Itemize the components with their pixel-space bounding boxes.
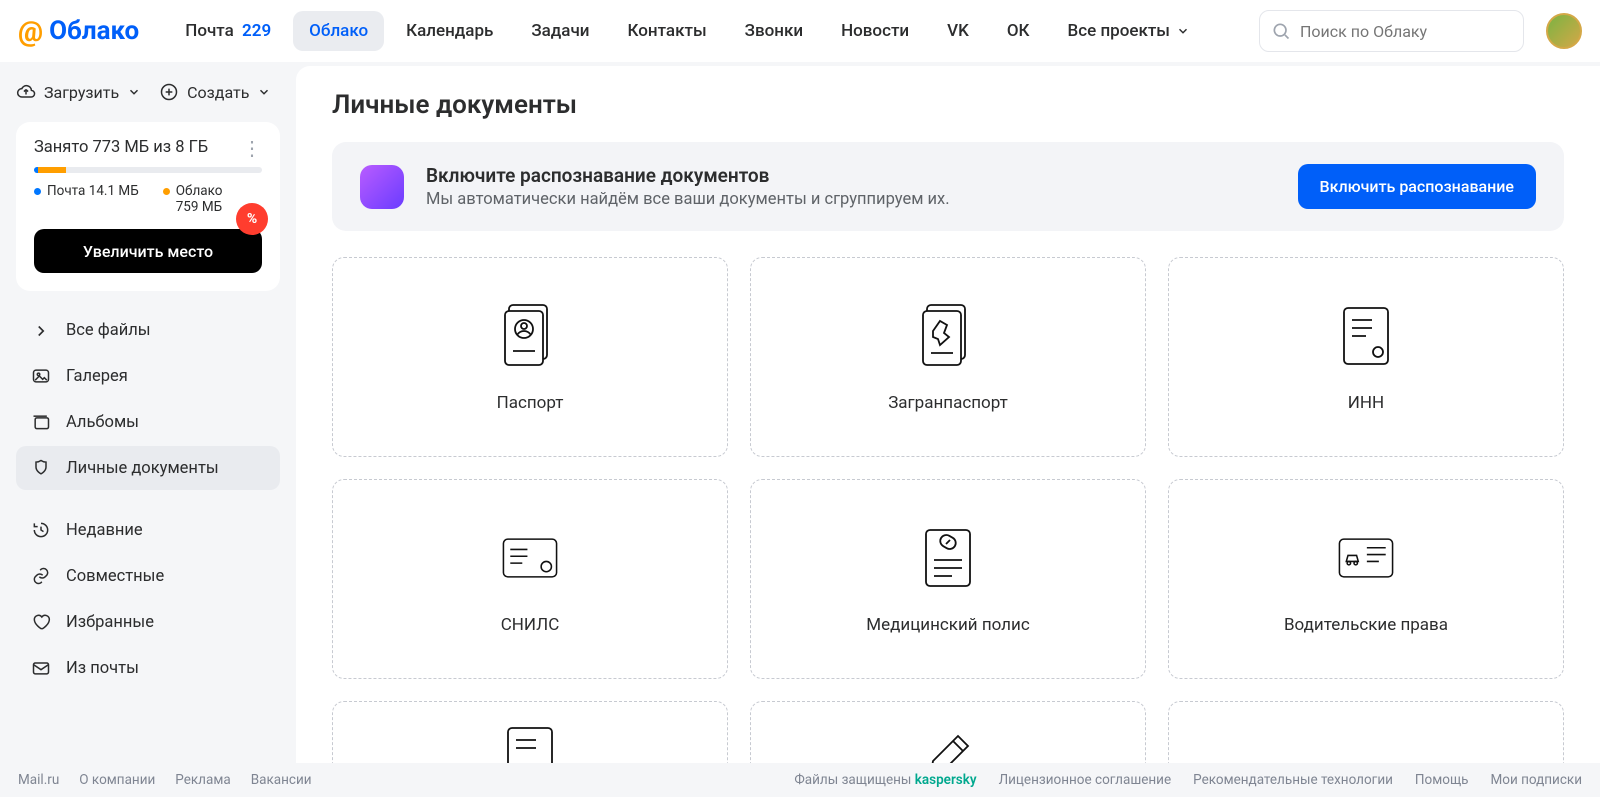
nav-contacts[interactable]: Контакты <box>612 11 723 51</box>
nav-mail[interactable]: Почта 229 <box>169 11 287 51</box>
inn-icon <box>1336 301 1396 371</box>
document-id-icon <box>30 458 52 478</box>
sidebar-item-frommail[interactable]: Из почты <box>16 646 280 690</box>
nav-calendar[interactable]: Календарь <box>390 11 509 51</box>
pen-icon <box>918 722 978 763</box>
card-passport[interactable]: Паспорт <box>332 257 728 457</box>
footer-license[interactable]: Лицензионное соглашение <box>999 772 1172 788</box>
card-medpolicy[interactable]: Медицинский полис <box>750 479 1146 679</box>
footer-jobs[interactable]: Вакансии <box>251 772 312 788</box>
search-input[interactable] <box>1259 10 1524 52</box>
footer: Mail.ru О компании Реклама Вакансии Файл… <box>0 763 1600 797</box>
card-extra-3[interactable] <box>1168 701 1564 763</box>
sidebar-item-recent[interactable]: Недавние <box>16 508 280 552</box>
top-nav: @ Облако Почта 229 Облако Календарь Зада… <box>0 0 1600 62</box>
upload-button[interactable]: Загрузить <box>16 82 141 102</box>
chevron-down-icon <box>127 85 141 99</box>
medpolicy-icon <box>918 523 978 593</box>
storage-title: Занято 773 МБ из 8 ГБ <box>34 138 208 157</box>
search[interactable] <box>1259 10 1524 52</box>
card-intpassport[interactable]: Загранпаспорт <box>750 257 1146 457</box>
passport-icon <box>500 301 560 371</box>
nav-cloud[interactable]: Облако <box>293 11 384 51</box>
create-button[interactable]: Создать <box>159 82 271 102</box>
brand-logo[interactable]: @ Облако <box>18 15 139 48</box>
footer-help[interactable]: Помощь <box>1415 772 1469 788</box>
storage-widget: Занято 773 МБ из 8 ГБ ⋮ Почта 14.1 МБ Об… <box>16 122 280 291</box>
footer-subs[interactable]: Мои подписки <box>1490 772 1582 788</box>
banner-desc: Мы автоматически найдём все ваши докумен… <box>426 190 1276 209</box>
footer-reco[interactable]: Рекомендательные технологии <box>1193 772 1393 788</box>
brand-text: Облако <box>49 16 139 46</box>
avatar[interactable] <box>1546 13 1582 49</box>
plus-circle-icon <box>159 82 179 102</box>
card-inn[interactable]: ИНН <box>1168 257 1564 457</box>
card-snils[interactable]: СНИЛС <box>332 479 728 679</box>
card-extra-2[interactable] <box>750 701 1146 763</box>
upgrade-storage-button[interactable]: Увеличить место <box>34 229 262 273</box>
nav-tasks[interactable]: Задачи <box>515 11 605 51</box>
page-title: Личные документы <box>332 90 1564 120</box>
nav-news[interactable]: Новости <box>825 11 925 51</box>
search-icon <box>1271 21 1291 41</box>
nav-projects[interactable]: Все проекты <box>1052 11 1206 51</box>
nav-links: Почта 229 Облако Календарь Задачи Контак… <box>169 11 1241 51</box>
banner-blob-icon <box>360 165 404 209</box>
at-icon: @ <box>18 15 43 48</box>
mail-icon <box>30 658 52 678</box>
chevron-right-icon <box>30 322 52 340</box>
storage-legend: Почта 14.1 МБ Облако 759 МБ <box>34 183 262 215</box>
enable-recognition-button[interactable]: Включить распознавание <box>1298 164 1536 209</box>
albums-icon <box>30 412 52 432</box>
sidebar-nav: Все файлы Галерея Альбомы Личные докумен… <box>16 309 280 690</box>
footer-mailru[interactable]: Mail.ru <box>18 772 59 788</box>
nav-ok[interactable]: ОК <box>991 11 1046 51</box>
driver-license-icon <box>1336 523 1396 593</box>
card-driver[interactable]: Водительские права <box>1168 479 1564 679</box>
banner-title: Включите распознавание документов <box>426 164 1276 187</box>
storage-menu-button[interactable]: ⋮ <box>242 143 262 153</box>
footer-protected: Файлы защищены kaspersky <box>794 772 976 788</box>
chevron-down-icon <box>257 85 271 99</box>
sidebar-item-shared[interactable]: Совместные <box>16 554 280 598</box>
nav-calls[interactable]: Звонки <box>729 11 819 51</box>
document-grid: Паспорт Загранпаспорт ИНН СНИЛС <box>332 257 1564 763</box>
sidebar-item-documents[interactable]: Личные документы <box>16 446 280 490</box>
heart-icon <box>30 612 52 632</box>
upload-cloud-icon <box>16 82 36 102</box>
sidebar-item-favorites[interactable]: Избранные <box>16 600 280 644</box>
discount-badge: % <box>236 203 268 235</box>
sidebar-item-gallery[interactable]: Галерея <box>16 354 280 398</box>
recognition-banner: Включите распознавание документов Мы авт… <box>332 142 1564 231</box>
footer-about[interactable]: О компании <box>79 772 155 788</box>
card-extra-1[interactable] <box>332 701 728 763</box>
chevron-down-icon <box>1176 24 1190 38</box>
storage-bar <box>34 167 262 173</box>
intpassport-icon <box>918 301 978 371</box>
sidebar-item-allfiles[interactable]: Все файлы <box>16 309 280 352</box>
footer-ads[interactable]: Реклама <box>175 772 230 788</box>
sidebar-item-albums[interactable]: Альбомы <box>16 400 280 444</box>
snils-icon <box>500 523 560 593</box>
image-icon <box>30 366 52 386</box>
nav-vk[interactable]: VK <box>931 11 985 51</box>
document-icon <box>500 722 560 763</box>
clock-icon <box>30 520 52 540</box>
main-panel: Личные документы Включите распознавание … <box>296 66 1600 763</box>
sidebar: Загрузить Создать Занято 773 МБ из 8 ГБ … <box>0 62 296 763</box>
link-icon <box>30 566 52 586</box>
